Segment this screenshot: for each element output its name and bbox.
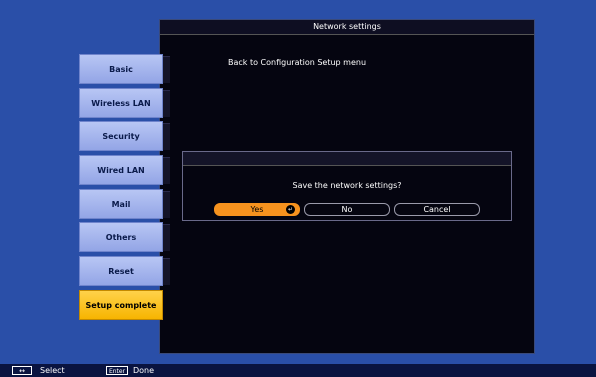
- sidebar-item-label: Wireless LAN: [79, 88, 163, 118]
- sidebar-item-label: Mail: [79, 189, 163, 219]
- sidebar-item-basic[interactable]: Basic: [79, 54, 170, 84]
- cancel-button[interactable]: Cancel: [394, 203, 480, 216]
- sidebar-item-setup-complete[interactable]: Setup complete: [79, 290, 170, 320]
- yes-button-label: Yes: [250, 205, 264, 214]
- help-bar: ↔ Select Enter Done: [0, 364, 596, 377]
- sidebar-item-mail[interactable]: Mail: [79, 189, 170, 219]
- sidebar-item-label: Reset: [79, 256, 163, 286]
- sidebar-item-wired-lan[interactable]: Wired LAN: [79, 155, 170, 185]
- sidebar-item-label: Security: [79, 121, 163, 151]
- no-button-label: No: [341, 205, 353, 214]
- yes-button[interactable]: Yes ↵: [214, 203, 300, 216]
- sidebar-item-wireless-lan[interactable]: Wireless LAN: [79, 88, 170, 118]
- done-hint: Done: [133, 366, 155, 375]
- no-button[interactable]: No: [304, 203, 390, 216]
- sidebar-tab: [163, 191, 170, 218]
- sidebar-item-label: Others: [79, 222, 163, 252]
- enter-icon: ↵: [286, 205, 295, 214]
- sidebar-item-label: Wired LAN: [79, 155, 163, 185]
- sidebar-tab: [163, 157, 170, 184]
- cancel-button-label: Cancel: [423, 205, 451, 214]
- sidebar-tab: [163, 90, 170, 117]
- enter-key-icon: Enter: [106, 366, 128, 375]
- sidebar-item-others[interactable]: Others: [79, 222, 170, 252]
- sidebar-tab: [163, 56, 170, 83]
- dialog-question: Save the network settings?: [292, 181, 402, 190]
- sidebar-tab: [163, 123, 170, 150]
- left-right-arrow-icon: ↔: [12, 366, 32, 375]
- sidebar-tab: [163, 224, 170, 251]
- panel-title: Network settings: [160, 20, 534, 35]
- sidebar-item-security[interactable]: Security: [79, 121, 170, 151]
- dialog-header: [183, 152, 511, 166]
- sidebar-item-label: Basic: [79, 54, 163, 84]
- sidebar-tab: [163, 258, 170, 285]
- select-hint: Select: [40, 366, 65, 375]
- sidebar-item-label: Setup complete: [79, 290, 163, 320]
- save-confirmation-dialog: Save the network settings? Yes ↵ No Canc…: [182, 151, 512, 221]
- sidebar-item-reset[interactable]: Reset: [79, 256, 170, 286]
- back-to-configuration-link[interactable]: Back to Configuration Setup menu: [228, 58, 366, 67]
